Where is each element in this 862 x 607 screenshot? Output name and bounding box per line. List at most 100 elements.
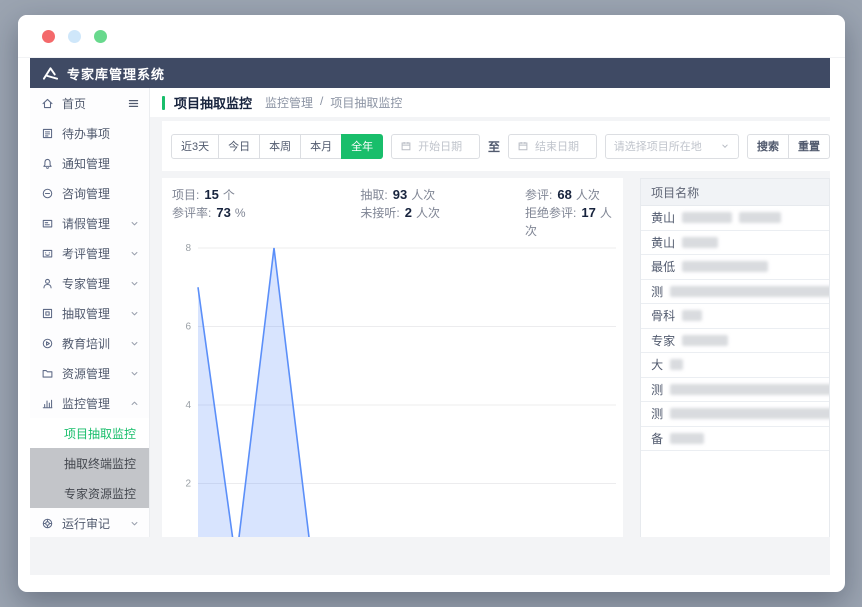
sidebar-item-7[interactable]: 专家管理 [30,268,149,298]
sidebar-item-12[interactable]: 运行审记 [30,508,149,537]
project-table-body: 黄山黄山最低测骨科专家大测测备 [641,206,829,451]
quick-range-button-本月[interactable]: 本月 [300,134,342,159]
content-area: 近3天今日本周本月全年 开始日期 至 结束日期 请选择项目所在地 [150,117,830,537]
project-row-5[interactable]: 骨科 [641,304,829,329]
project-row-7[interactable]: 大 [641,353,829,378]
sidebar-item-10[interactable]: 资源管理 [30,358,149,388]
calendar-icon [400,140,412,152]
sidebar-item-label: 咨询管理 [62,185,140,202]
project-row-2[interactable]: 黄山 [641,231,829,256]
sidebar-item-label: 专家管理 [62,275,121,292]
sidebar-item-label: 抽取管理 [62,305,121,322]
app-frame: 专家库管理系统 首页待办事项通知管理咨询管理请假管理考评管理专家管理抽取管理教育… [30,58,830,575]
extract-icon [41,307,54,320]
breadcrumb-separator: / [320,94,323,111]
chevron-down-icon [129,248,140,259]
redacted-text [682,212,732,223]
traffic-light-close-button[interactable] [42,30,55,43]
sidebar-subitem-项目抽取监控[interactable]: 项目抽取监控 [30,418,149,448]
stat-unit: 人次 [416,206,440,220]
project-row-9[interactable]: 测 [641,402,829,427]
sidebar-item-label: 首页 [62,95,119,112]
sidebar-subitem-专家资源监控[interactable]: 专家资源监控 [30,478,149,508]
sidebar-item-4[interactable]: 咨询管理 [30,178,149,208]
chevron-down-icon [129,218,140,229]
start-date-placeholder: 开始日期 [418,138,462,154]
start-date-input[interactable]: 开始日期 [391,134,480,159]
todo-icon [41,127,54,140]
project-table-header: 项目名称 [641,179,829,206]
sidebar-subitem-label: 抽取终端监控 [64,455,136,472]
project-row-4[interactable]: 测 [641,280,829,305]
stat-column-2: 抽取:93人次未接听:2人次 [360,186,525,240]
app-window: 专家库管理系统 首页待办事项通知管理咨询管理请假管理考评管理专家管理抽取管理教育… [18,15,845,592]
chevron-down-icon [129,338,140,349]
stat-unit: % [235,206,246,220]
svg-text:8: 8 [185,243,191,254]
sidebar-item-5[interactable]: 请假管理 [30,208,149,238]
project-row-8[interactable]: 测 [641,378,829,403]
sidebar-item-3[interactable]: 通知管理 [30,148,149,178]
breadcrumb: 项目抽取监控 监控管理 / 项目抽取监控 [150,88,830,117]
area-chart-svg: 024681月2月3月4月5月6月7月8月9月10月11月12月 [172,240,623,537]
sidebar: 首页待办事项通知管理咨询管理请假管理考评管理专家管理抽取管理教育培训资源管理监控… [30,88,150,537]
sidebar-item-2[interactable]: 待办事项 [30,118,149,148]
sidebar-item-9[interactable]: 教育培训 [30,328,149,358]
stat-参评率:: 参评率:73% [172,204,360,222]
stat-column-3: 参评:68人次拒绝参评:17人次 [525,186,623,240]
sidebar-subitem-抽取终端监控[interactable]: 抽取终端监控 [30,448,149,478]
sidebar-item-11[interactable]: 监控管理 [30,388,149,418]
project-name-prefix: 最低 [651,258,675,275]
project-row-3[interactable]: 最低 [641,255,829,280]
end-date-input[interactable]: 结束日期 [508,134,597,159]
project-row-6[interactable]: 专家 [641,329,829,354]
sidebar-item-8[interactable]: 抽取管理 [30,298,149,328]
project-row-1[interactable]: 黄山 [641,206,829,231]
project-location-select[interactable]: 请选择项目所在地 [605,134,739,159]
sidebar-item-6[interactable]: 考评管理 [30,238,149,268]
redacted-text [682,335,728,346]
project-name-prefix: 测 [651,405,663,422]
app-navbar: 专家库管理系统 [30,58,830,88]
reset-button[interactable]: 重置 [788,134,830,159]
audit-icon [41,517,54,530]
quick-range-button-今日[interactable]: 今日 [218,134,260,159]
expert-icon [41,277,54,290]
stat-value: 17 [581,205,595,220]
sidebar-collapse-icon[interactable] [127,97,140,110]
quick-range-button-全年[interactable]: 全年 [341,134,383,159]
stat-label: 拒绝参评: [525,206,576,220]
project-name-prefix: 骨科 [651,307,675,324]
redacted-text [670,359,683,370]
traffic-light-minimize-button[interactable] [68,30,81,43]
stat-label: 参评率: [172,206,211,220]
project-name-prefix: 大 [651,356,663,373]
svg-text:4: 4 [185,400,191,411]
sidebar-item-1[interactable]: 首页 [30,88,149,118]
search-button[interactable]: 搜索 [747,134,789,159]
chevron-down-icon [129,368,140,379]
traffic-light-zoom-button[interactable] [94,30,107,43]
chevron-up-icon [129,398,140,409]
stat-value: 15 [204,187,218,202]
chevron-down-icon [129,308,140,319]
home-icon [41,97,54,110]
stat-value: 68 [557,187,571,202]
project-name-prefix: 备 [651,430,663,447]
sidebar-item-label: 待办事项 [62,125,140,142]
stat-参评:: 参评:68人次 [525,186,623,204]
chevron-down-icon [720,141,730,151]
sidebar-item-label: 请假管理 [62,215,121,232]
app-title: 专家库管理系统 [67,64,165,83]
quick-range-button-本周[interactable]: 本周 [259,134,301,159]
stat-unit: 个 [223,188,235,202]
redacted-text [670,384,829,395]
quick-range-button-近3天[interactable]: 近3天 [171,134,219,159]
breadcrumb-parent-link[interactable]: 监控管理 [265,94,313,111]
stat-未接听:: 未接听:2人次 [360,204,525,222]
stat-抽取:: 抽取:93人次 [360,186,525,204]
resource-icon [41,367,54,380]
location-placeholder: 请选择项目所在地 [614,138,702,154]
project-row-10[interactable]: 备 [641,427,829,452]
stat-label: 未接听: [360,206,399,220]
